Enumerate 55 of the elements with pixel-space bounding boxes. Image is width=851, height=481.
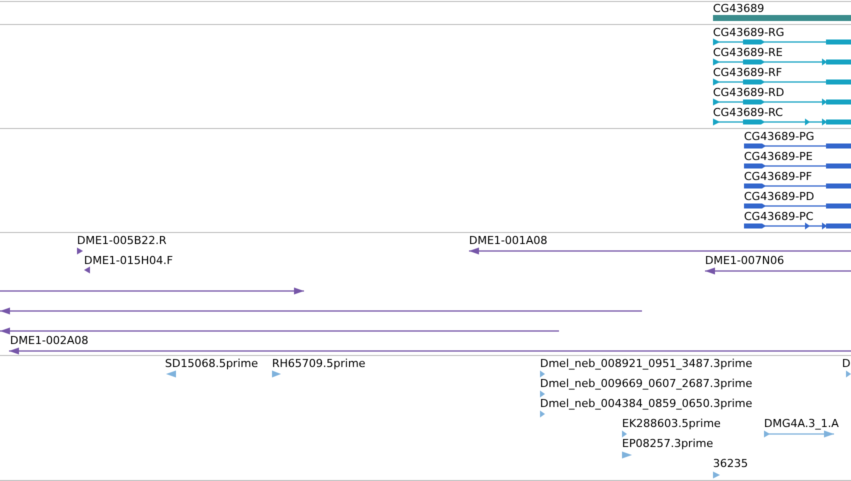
- feature-label: 36235: [713, 457, 748, 470]
- est-drawing[interactable]: [764, 430, 834, 438]
- est-drawing[interactable]: [540, 370, 545, 378]
- feature-label: DME1-002A08: [10, 334, 88, 347]
- feature-label: D: [842, 357, 850, 370]
- protein-drawing[interactable]: [744, 182, 851, 190]
- feature-label: CG43689-PE: [744, 150, 813, 163]
- est-drawing[interactable]: [622, 430, 627, 438]
- transcript-drawing[interactable]: [713, 38, 851, 46]
- clone-drawing[interactable]: [705, 267, 851, 275]
- clone-drawing[interactable]: [0, 327, 559, 335]
- feature-label: DMG4A.3_1.A: [764, 417, 839, 430]
- feature-label: CG43689-RC: [713, 106, 783, 119]
- feature-label: Dmel_neb_008921_0951_3487.3prime: [540, 357, 752, 370]
- feature-label: CG43689-RD: [713, 86, 784, 99]
- protein-drawing[interactable]: [744, 202, 851, 210]
- transcript-drawing[interactable]: [713, 98, 851, 106]
- transcript-drawing[interactable]: [713, 118, 851, 126]
- protein-drawing[interactable]: [744, 142, 851, 150]
- est-drawing[interactable]: [540, 390, 545, 398]
- protein-drawing[interactable]: [744, 222, 851, 230]
- feature-label: CG43689-PC: [744, 210, 814, 223]
- feature-label: EK288603.5prime: [622, 417, 721, 430]
- est-drawing[interactable]: [846, 370, 851, 378]
- feature-label: DME1-005B22.R: [77, 234, 167, 247]
- transcript-drawing[interactable]: [713, 78, 851, 86]
- clone-drawing[interactable]: [9, 347, 851, 355]
- feature-label: DME1-001A08: [469, 234, 548, 247]
- feature-label: CG43689-RG: [713, 26, 784, 39]
- feature-label: EP08257.3prime: [622, 437, 714, 450]
- feature-label: CG43689-PD: [744, 190, 814, 203]
- clone-drawing[interactable]: [0, 287, 304, 295]
- transcript-drawing[interactable]: [713, 58, 851, 66]
- feature-label: CG43689-RE: [713, 46, 783, 59]
- feature-label: CG43689: [713, 2, 764, 15]
- feature-label: DME1-007N06: [705, 254, 784, 267]
- gene-bar[interactable]: [713, 14, 851, 22]
- est-drawing[interactable]: [272, 370, 281, 378]
- protein-drawing[interactable]: [744, 162, 851, 170]
- feature-label: SD15068.5prime: [165, 357, 258, 370]
- clone-drawing[interactable]: [469, 247, 851, 255]
- est-drawing[interactable]: [166, 370, 177, 378]
- feature-label: CG43689-PG: [744, 130, 814, 143]
- clone-drawing[interactable]: [84, 266, 90, 274]
- feature-label: CG43689-RF: [713, 66, 782, 79]
- feature-label: DME1-015H04.F: [84, 254, 173, 267]
- clone-drawing[interactable]: [0, 307, 642, 315]
- clone-drawing[interactable]: [77, 247, 83, 255]
- feature-label: Dmel_neb_009669_0607_2687.3prime: [540, 377, 752, 390]
- feature-label: RH65709.5prime: [272, 357, 366, 370]
- feature-label: Dmel_neb_004384_0859_0650.3prime: [540, 397, 752, 410]
- feature-label: CG43689-PF: [744, 170, 812, 183]
- est-drawing[interactable]: [622, 451, 632, 459]
- est-drawing[interactable]: [540, 410, 545, 418]
- est-drawing[interactable]: [713, 471, 720, 479]
